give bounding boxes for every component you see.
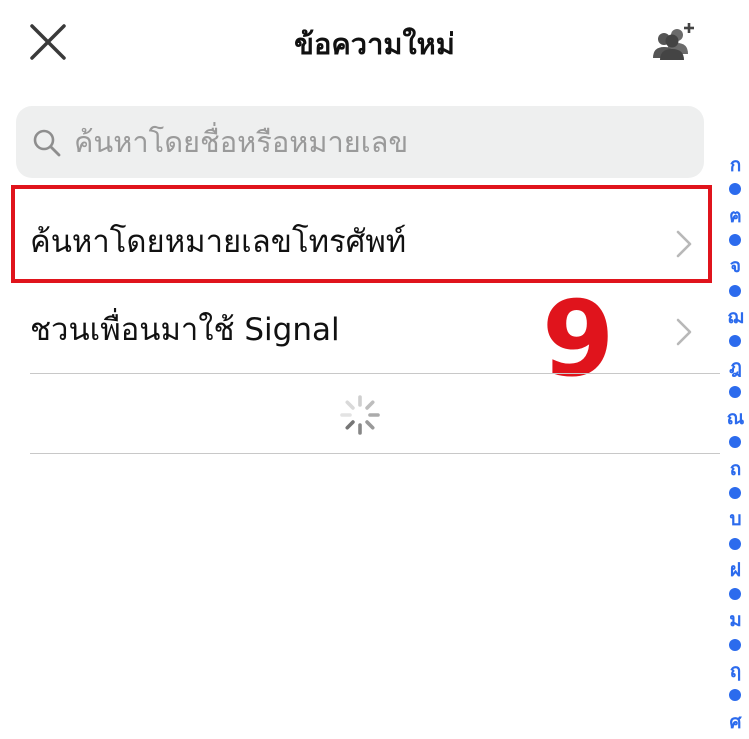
search-bar[interactable] <box>16 106 704 178</box>
header: ข้อความใหม่ <box>0 0 749 86</box>
index-dot[interactable] <box>722 284 749 297</box>
index-dot[interactable] <box>722 335 749 348</box>
new-group-icon <box>653 23 694 60</box>
index-letter[interactable]: ศ <box>722 709 749 735</box>
index-dot[interactable] <box>722 537 749 550</box>
index-letter[interactable]: ก <box>722 152 749 178</box>
chevron-right-icon <box>676 318 692 346</box>
index-dot[interactable] <box>722 486 749 499</box>
find-by-phone-number-row[interactable]: ค้นหาโดยหมายเลขโทรศัพท์ <box>30 200 720 286</box>
index-letter[interactable]: ฌ <box>722 304 749 330</box>
index-letter[interactable]: ฅ <box>722 203 749 229</box>
index-dot[interactable] <box>722 588 749 601</box>
divider <box>30 373 720 374</box>
index-letter[interactable]: ม <box>722 607 749 633</box>
invite-friends-label: ชวนเพื่อนมาใช้ Signal <box>30 312 340 348</box>
search-input[interactable] <box>74 118 684 166</box>
find-by-phone-number-label: ค้นหาโดยหมายเลขโทรศัพท์ <box>30 224 407 260</box>
step-number-annotation: 9 <box>542 278 615 400</box>
loading-spinner-icon <box>340 395 380 435</box>
index-dot[interactable] <box>722 183 749 196</box>
index-letter[interactable]: ฎ <box>722 354 749 380</box>
index-letter[interactable]: ถ <box>722 456 749 482</box>
index-dot[interactable] <box>722 436 749 449</box>
chevron-right-icon <box>676 230 692 258</box>
search-icon <box>33 129 61 157</box>
index-letter[interactable]: ฝ <box>722 557 749 583</box>
new-group-button[interactable] <box>650 20 698 64</box>
invite-friends-row[interactable]: ชวนเพื่อนมาใช้ Signal <box>30 288 720 374</box>
new-message-screen: ข้อความใหม่ ค้นหาโดยชื่อหรือหมายเลข ค้นห… <box>0 0 749 739</box>
page-title: ข้อความใหม่ <box>294 27 455 61</box>
index-letter[interactable]: จ <box>722 253 749 279</box>
index-letter[interactable]: บ <box>722 506 749 532</box>
index-dot[interactable] <box>722 689 749 702</box>
index-dot[interactable] <box>722 385 749 398</box>
divider <box>30 453 720 454</box>
index-letter[interactable]: ณ <box>722 405 749 431</box>
index-letter[interactable]: ฤ <box>722 658 749 684</box>
alphabet-index-bar[interactable]: กฅจฌฎณถบฝมฤศ <box>722 150 749 739</box>
index-dot[interactable] <box>722 638 749 651</box>
index-dot[interactable] <box>722 233 749 246</box>
